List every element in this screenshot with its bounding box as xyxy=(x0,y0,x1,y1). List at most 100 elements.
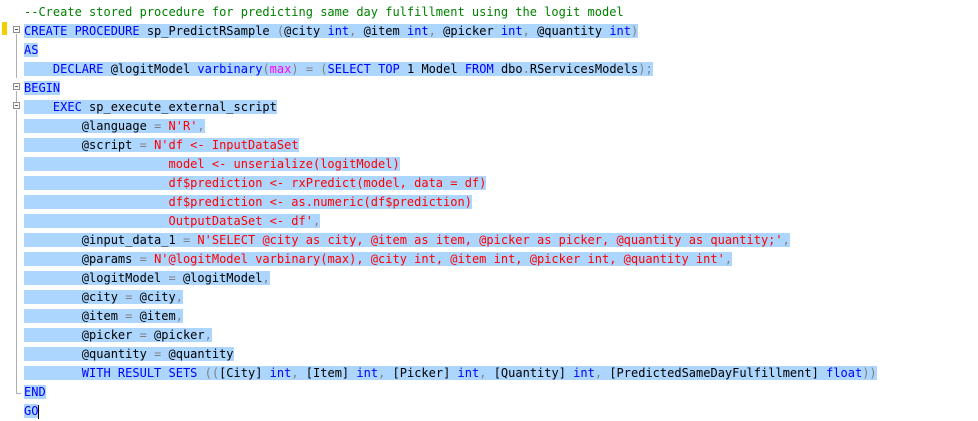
code-line[interactable]: AS xyxy=(24,41,877,60)
code-line[interactable]: @language = N'R', xyxy=(24,117,877,136)
code-token: @logitModel xyxy=(175,271,263,285)
fold-guide-line xyxy=(16,34,17,78)
selected-text: @script = N'df <- InputDataSet xyxy=(24,138,299,152)
code-line[interactable]: OutputDataSet <- df', xyxy=(24,212,877,231)
code-token: @quantity xyxy=(529,24,610,38)
code-line[interactable]: @script = N'df <- InputDataSet xyxy=(24,136,877,155)
code-token: = xyxy=(139,328,147,342)
selected-text: @language = N'R', xyxy=(24,119,205,133)
selected-text: WITH RESULT SETS (([City] int, [Item] in… xyxy=(24,366,877,380)
selected-text: df$prediction <- as.numeric(df$predictio… xyxy=(24,195,472,209)
code-token: @logitModel xyxy=(24,271,169,285)
selected-text: @input_data_1 = N'SELECT @city as city, … xyxy=(24,233,790,247)
code-token: [PredictedSameDayFulfillment] xyxy=(602,366,827,380)
code-token: [Item] xyxy=(298,366,357,380)
code-line[interactable]: @picker = @picker, xyxy=(24,326,877,345)
code-token: df$prediction <- rxPredict(model, data =… xyxy=(24,176,487,190)
code-token: @city xyxy=(284,24,328,38)
code-line[interactable]: @params = N'@logitModel varbinary(max), … xyxy=(24,250,877,269)
fold-end-marker xyxy=(16,393,21,394)
code-token: float xyxy=(826,366,863,380)
text-caret xyxy=(38,404,40,419)
code-token: @item xyxy=(24,309,126,323)
selected-text: @picker = @picker, xyxy=(24,328,212,342)
code-token: @city xyxy=(24,290,126,304)
code-line[interactable]: EXEC sp_execute_external_script xyxy=(24,98,877,117)
code-line[interactable]: df$prediction <- rxPredict(model, data =… xyxy=(24,174,877,193)
code-line[interactable]: df$prediction <- as.numeric(df$predictio… xyxy=(24,193,877,212)
code-text-area[interactable]: --Create stored procedure for predicting… xyxy=(24,3,877,421)
selected-text: DECLARE @logitModel varbinary(max) = (SE… xyxy=(24,62,653,76)
code-line[interactable]: @quantity = @quantity xyxy=(24,345,877,364)
code-line[interactable]: GO xyxy=(24,402,877,421)
code-token: @picker xyxy=(146,328,205,342)
code-token: @city xyxy=(132,290,176,304)
sql-code-editor[interactable]: --Create stored procedure for predicting… xyxy=(0,0,978,421)
fold-guide-line xyxy=(16,110,17,394)
code-token: , xyxy=(724,252,733,266)
code-token: [Picker] xyxy=(385,366,458,380)
code-line[interactable]: @logitModel = @logitModel, xyxy=(24,269,877,288)
code-token: SELECT TOP xyxy=(327,62,400,76)
fold-collapse-icon[interactable] xyxy=(13,102,20,109)
code-token: N'@logitModel varbinary(max), @city int,… xyxy=(154,252,725,266)
code-token: AS xyxy=(24,43,39,57)
code-token: @logitModel xyxy=(103,62,198,76)
code-line[interactable]: WITH RESULT SETS (([City] int, [Item] in… xyxy=(24,364,877,383)
code-token: ( xyxy=(320,62,328,76)
code-token: int xyxy=(573,366,595,380)
code-token: model <- unserialize(logitModel) xyxy=(24,157,400,171)
code-token: BEGIN xyxy=(24,81,61,95)
editor-gutter xyxy=(0,0,26,421)
selected-text: @params = N'@logitModel varbinary(max), … xyxy=(24,252,733,266)
code-line[interactable]: DECLARE @logitModel varbinary(max) = (SE… xyxy=(24,60,877,79)
code-token: @params xyxy=(24,252,140,266)
code-token: @item xyxy=(356,24,407,38)
code-token: int xyxy=(356,366,379,380)
code-token: = xyxy=(168,271,176,285)
code-token: END xyxy=(24,385,46,399)
code-line[interactable]: @city = @city, xyxy=(24,288,877,307)
code-token: int xyxy=(269,366,292,380)
code-line[interactable]: @item = @item, xyxy=(24,307,877,326)
selected-text: END xyxy=(24,385,46,399)
fold-collapse-icon[interactable] xyxy=(13,83,20,90)
selected-text: CREATE PROCEDURE sp_PredictRSample (@cit… xyxy=(24,24,639,38)
selected-text: df$prediction <- rxPredict(model, data =… xyxy=(24,176,487,190)
code-token: GO xyxy=(24,404,39,418)
code-line[interactable]: BEGIN xyxy=(24,79,877,98)
code-token: int xyxy=(457,366,480,380)
code-token: @input_data_1 xyxy=(24,233,183,247)
code-token: FROM xyxy=(464,62,494,76)
code-token: , xyxy=(291,366,299,380)
code-token: , xyxy=(782,233,790,247)
code-token: max xyxy=(269,62,292,76)
code-token: WITH RESULT SETS xyxy=(81,366,198,380)
code-line[interactable]: CREATE PROCEDURE sp_PredictRSample (@cit… xyxy=(24,22,877,41)
code-token: = xyxy=(139,138,147,152)
code-token: 1 Model xyxy=(399,62,465,76)
code-token: , xyxy=(204,328,212,342)
selected-text: GO xyxy=(24,404,39,418)
code-token: EXEC xyxy=(52,100,82,114)
fold-collapse-icon[interactable] xyxy=(13,26,20,33)
code-token: @script xyxy=(24,138,140,152)
code-line[interactable]: --Create stored procedure for predicting… xyxy=(24,3,877,22)
code-line[interactable]: END xyxy=(24,383,877,402)
code-token: (( xyxy=(204,366,220,380)
code-line[interactable]: @input_data_1 = N'SELECT @city as city, … xyxy=(24,231,877,250)
code-token: varbinary xyxy=(197,62,263,76)
code-token: int xyxy=(406,24,429,38)
code-token: N'df <- InputDataSet xyxy=(154,138,299,152)
code-token: int xyxy=(327,24,350,38)
code-token: ) xyxy=(631,24,639,38)
code-line[interactable]: model <- unserialize(logitModel) xyxy=(24,155,877,174)
code-token: dbo xyxy=(493,62,523,76)
code-token: int xyxy=(609,24,632,38)
